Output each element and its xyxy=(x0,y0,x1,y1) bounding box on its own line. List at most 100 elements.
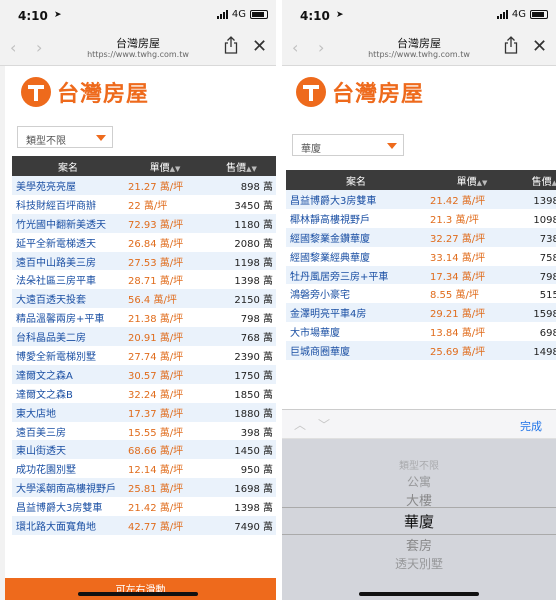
table-row[interactable]: 博愛全新電梯別墅 27.74 萬/坪 2390 萬 xyxy=(12,346,276,365)
table-row[interactable]: 經國黎業經典華廈33.14 萬/坪758 萬 xyxy=(286,246,556,266)
picker-option[interactable]: 套房 xyxy=(282,535,556,554)
listing-name[interactable]: 延平全新電梯透天 xyxy=(12,232,124,252)
listing-name[interactable]: 台科晶品美二房 xyxy=(12,327,124,347)
picker-option[interactable]: 類型不限 xyxy=(282,457,556,472)
signal-icon xyxy=(496,10,508,19)
table-row[interactable]: 牡丹風居旁三房+平車17.34 萬/坪798 萬 xyxy=(286,265,556,285)
table-row[interactable]: 環北路大面寬角地 42.77 萬/坪 7490 萬 xyxy=(12,516,276,535)
listing-unit-price: 72.93 萬/坪 xyxy=(124,213,206,233)
listing-name[interactable]: 椰林靜高樓視野戶 xyxy=(286,208,426,228)
table-row[interactable]: 昌益博爵大3房雙車21.42 萬/坪1398 萬 xyxy=(12,497,276,517)
listing-unit-price: 21.27 萬/坪 xyxy=(124,176,206,195)
table-row[interactable]: 精品溫馨兩房+平車 21.38 萬/坪 798 萬 xyxy=(12,308,276,328)
caret-down-icon xyxy=(96,135,106,141)
type-picker-wheel[interactable]: 類型不限 公寓 大樓華廈套房 透天別墅 xyxy=(282,439,556,600)
listing-name[interactable]: 法朵社區三房平車 xyxy=(12,270,124,290)
table-row[interactable]: 遠百中山路美三房 27.53 萬/坪 1198 萬 xyxy=(12,251,276,271)
listing-unit-price: 27.53 萬/坪 xyxy=(124,251,206,271)
table-row[interactable]: 東山街透天 68.66 萬/坪 1450 萬 xyxy=(12,440,276,460)
table-row[interactable]: 大遠百透天投套 56.4 萬/坪 2150 萬 xyxy=(12,289,276,309)
listing-name[interactable]: 環北路大面寬角地 xyxy=(12,516,124,535)
listing-total-price: 698 萬 xyxy=(518,322,556,342)
table-row[interactable]: 遠百美三房 15.55 萬/坪 398 萬 xyxy=(12,421,276,441)
listing-unit-price: 68.66 萬/坪 xyxy=(124,440,206,460)
header-name[interactable]: 案名 xyxy=(286,170,426,190)
listing-name[interactable]: 金澤明亮平車4房 xyxy=(286,303,426,323)
listing-name[interactable]: 經國黎業金鑽華廈 xyxy=(286,227,426,247)
picker-option-selected[interactable]: 華廈 xyxy=(282,511,556,532)
listing-name[interactable]: 牡丹風居旁三房+平車 xyxy=(286,265,426,285)
table-row[interactable]: 成功花園別墅 12.14 萬/坪 950 萬 xyxy=(12,459,276,479)
picker-option[interactable]: 公寓 xyxy=(282,473,556,490)
header-unit-price[interactable]: 單價▲▼ xyxy=(426,170,518,190)
picker-option[interactable]: 透天別墅 xyxy=(282,555,556,572)
listing-unit-price: 33.14 萬/坪 xyxy=(426,246,518,266)
header-unit-price[interactable]: 單價▲▼ xyxy=(124,156,206,176)
network-label: 4G xyxy=(231,9,246,20)
share-icon[interactable] xyxy=(224,36,238,54)
swipe-hint-bar[interactable]: 可左右滑動 xyxy=(5,578,276,600)
listing-name[interactable]: 竹光國中翻新美透天 xyxy=(12,213,124,233)
share-icon[interactable] xyxy=(504,36,518,54)
listing-unit-price: 25.69 萬/坪 xyxy=(426,341,518,361)
chevron-down-icon[interactable]: ﹀ xyxy=(318,416,330,433)
table-row[interactable]: 台科晶品美二房 20.91 萬/坪 768 萬 xyxy=(12,327,276,347)
picker-done-button[interactable]: 完成 xyxy=(520,418,542,434)
listing-total-price: 758 萬 xyxy=(518,246,556,266)
close-icon[interactable]: ✕ xyxy=(252,38,267,56)
table-row[interactable]: 法朵社區三房平車 28.71 萬/坪 1398 萬 xyxy=(12,270,276,290)
table-row[interactable]: 東大店地 17.37 萬/坪 1880 萬 xyxy=(12,402,276,422)
listing-name[interactable]: 達爾文之森A xyxy=(12,364,124,384)
listing-name[interactable]: 東大店地 xyxy=(12,402,124,422)
listing-name[interactable]: 遠百美三房 xyxy=(12,421,124,441)
listing-name[interactable]: 大市場華廈 xyxy=(286,322,426,342)
table-row[interactable]: 巨城商圈華廈25.69 萬/坪1498 萬 xyxy=(286,341,556,361)
table-row[interactable]: 經國黎業金鑽華廈32.27 萬/坪738 萬 xyxy=(286,227,556,247)
listing-name[interactable]: 昌益博爵大3房雙車 xyxy=(286,190,426,209)
table-row[interactable]: 昌益博爵大3房雙車21.42 萬/坪1398 萬 xyxy=(286,190,556,209)
listing-name[interactable]: 大遠百透天投套 xyxy=(12,289,124,309)
listing-name[interactable]: 成功花園別墅 xyxy=(12,459,124,479)
header-name[interactable]: 案名 xyxy=(12,156,124,176)
listing-unit-price: 56.4 萬/坪 xyxy=(124,289,206,309)
listing-name[interactable]: 巨城商圈華廈 xyxy=(286,341,426,361)
listing-unit-price: 21.38 萬/坪 xyxy=(124,308,206,328)
close-icon[interactable]: ✕ xyxy=(532,38,547,56)
listing-name[interactable]: 遠百中山路美三房 xyxy=(12,251,124,271)
browser-navbar: ‹ › 台灣房屋 https://www.twhg.com.tw ✕ xyxy=(0,30,276,66)
listing-name[interactable]: 昌益博爵大3房雙車 xyxy=(12,497,124,517)
table-row[interactable]: 科技財經百坪商辦 22 萬/坪 3450 萬 xyxy=(12,194,276,214)
listing-unit-price: 20.91 萬/坪 xyxy=(124,327,206,347)
listing-name[interactable]: 東山街透天 xyxy=(12,440,124,460)
table-row[interactable]: 大學溪朝南高樓視野戶 25.81 萬/坪 1698 萬 xyxy=(12,478,276,498)
listing-total-price: 1398 萬 xyxy=(518,190,556,209)
listing-name[interactable]: 大學溪朝南高樓視野戶 xyxy=(12,478,124,498)
listing-total-price: 1698 萬 xyxy=(206,478,276,498)
table-row[interactable]: 金澤明亮平車4房29.21 萬/坪1598 萬 xyxy=(286,303,556,323)
brand-logo: 台灣房屋 xyxy=(21,76,149,108)
listing-name[interactable]: 科技財經百坪商辦 xyxy=(12,194,124,214)
table-row[interactable]: 達爾文之森A 30.57 萬/坪 1750 萬 xyxy=(12,364,276,384)
listing-name[interactable]: 經國黎業經典華廈 xyxy=(286,246,426,266)
table-row[interactable]: 竹光國中翻新美透天 72.93 萬/坪 1180 萬 xyxy=(12,213,276,233)
type-filter-select[interactable]: 華廈 xyxy=(292,134,404,156)
table-row[interactable]: 大市場華廈13.84 萬/坪698 萬 xyxy=(286,322,556,342)
listing-name[interactable]: 鴻磐旁小豪宅 xyxy=(286,284,426,304)
listing-name[interactable]: 精品溫馨兩房+平車 xyxy=(12,308,124,328)
picker-option[interactable]: 大樓 xyxy=(282,490,556,509)
table-row[interactable]: 延平全新電梯透天 26.84 萬/坪 2080 萬 xyxy=(12,232,276,252)
header-total-price[interactable]: 售價▲▼ xyxy=(206,156,276,176)
table-row[interactable]: 達爾文之森B 32.24 萬/坪 1850 萬 xyxy=(12,383,276,403)
listing-name[interactable]: 達爾文之森B xyxy=(12,383,124,403)
listing-name[interactable]: 美學苑亮亮屋 xyxy=(12,176,124,195)
browser-navbar: ‹ › 台灣房屋 https://www.twhg.com.tw ✕ xyxy=(282,30,556,66)
table-row[interactable]: 椰林靜高樓視野戶21.3 萬/坪1098 萬 xyxy=(286,208,556,228)
chevron-up-icon[interactable]: ︿ xyxy=(294,416,306,433)
listing-name[interactable]: 博愛全新電梯別墅 xyxy=(12,346,124,365)
signal-icon xyxy=(216,10,228,19)
table-row[interactable]: 鴻磐旁小豪宅8.55 萬/坪515 萬 xyxy=(286,284,556,304)
type-filter-select[interactable]: 類型不限 xyxy=(17,126,113,148)
screenshot-root: 4:10 ➤ 4G ‹ › 台灣房屋 https://www.twhg.com.… xyxy=(0,0,556,600)
table-row[interactable]: 美學苑亮亮屋 21.27 萬/坪 898 萬 xyxy=(12,176,276,195)
header-total-price[interactable]: 售價▲▼ xyxy=(518,170,556,190)
